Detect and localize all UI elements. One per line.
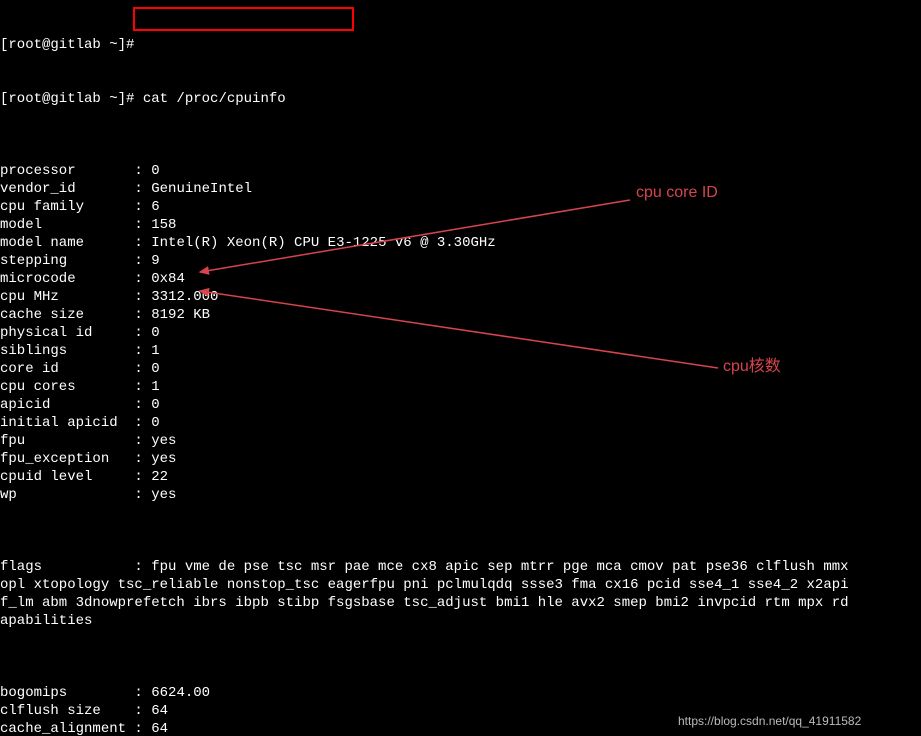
cpuinfo-key: fpu [0,432,134,450]
cpuinfo-key: siblings [0,342,134,360]
cpuinfo-value: 3312.000 [151,288,218,306]
cpuinfo-key: cpu family [0,198,134,216]
cpuinfo-sep: : [134,486,151,504]
cpuinfo-value: 0x84 [151,270,185,288]
cpuinfo-key: processor [0,162,134,180]
cpuinfo-value: 0 [151,324,159,342]
cpuinfo-key: cpu MHz [0,288,134,306]
cpuinfo-value: yes [151,432,176,450]
cpuinfo-key: model [0,216,134,234]
cpuinfo-row: initial apicid : 0 [0,414,921,432]
cpuinfo-key: vendor_id [0,180,134,198]
cpuinfo-value: 0 [151,414,159,432]
cpuinfo-value: yes [151,450,176,468]
cpuinfo-flags-line: f_lm abm 3dnowprefetch ibrs ibpb stibp f… [0,594,921,612]
cpuinfo-key: cpuid level [0,468,134,486]
cpuinfo-value: 1 [151,342,159,360]
cpuinfo-value: 0 [151,360,159,378]
cpuinfo-key: bogomips [0,684,134,702]
shell-command: cat /proc/cpuinfo [143,90,286,108]
cpuinfo-key: cache size [0,306,134,324]
cpuinfo-value: yes [151,486,176,504]
watermark-text: https://blog.csdn.net/qq_41911582 [678,712,861,730]
cpuinfo-value: 0 [151,162,159,180]
cpuinfo-row: stepping : 9 [0,252,921,270]
cpuinfo-key: cpu cores [0,378,134,396]
cpuinfo-sep: : [134,720,151,736]
cpuinfo-sep: : [134,342,151,360]
cpuinfo-flags-line: flags : fpu vme de pse tsc msr pae mce c… [0,558,921,576]
cpuinfo-sep: : [134,198,151,216]
cpuinfo-key: clflush size [0,702,134,720]
cpuinfo-sep: : [134,414,151,432]
cpuinfo-sep: : [134,702,151,720]
cpuinfo-flags-line: apabilities [0,612,921,630]
cpuinfo-key: model name [0,234,134,252]
cpuinfo-flags-line: opl xtopology tsc_reliable nonstop_tsc e… [0,576,921,594]
cpuinfo-key: microcode [0,270,134,288]
cpuinfo-value: 64 [151,720,168,736]
cpuinfo-sep: : [134,306,151,324]
cpuinfo-value: GenuineIntel [151,180,252,198]
cpuinfo-row: microcode : 0x84 [0,270,921,288]
cpuinfo-row: wp : yes [0,486,921,504]
cpuinfo-sep: : [134,396,151,414]
cpuinfo-key: apicid [0,396,134,414]
cpuinfo-row: core id : 0 [0,360,921,378]
cpuinfo-key: fpu_exception [0,450,134,468]
annotation-cpu-cores: cpu核数 [723,358,781,376]
cpuinfo-value: 1 [151,378,159,396]
shell-prompt: [root@gitlab ~]# [0,90,143,108]
cpuinfo-row: cpu cores : 1 [0,378,921,396]
cpuinfo-value: 6624.00 [151,684,210,702]
cpuinfo-sep: : [134,270,151,288]
annotation-core-id: cpu core ID [636,184,718,202]
cpuinfo-key: initial apicid [0,414,134,432]
cpuinfo-sep: : [134,432,151,450]
cpuinfo-row: physical id : 0 [0,324,921,342]
cpuinfo-row: model : 158 [0,216,921,234]
cpuinfo-row: model name : Intel(R) Xeon(R) CPU E3-122… [0,234,921,252]
cpuinfo-value: 9 [151,252,159,270]
cpuinfo-row: fpu_exception : yes [0,450,921,468]
cpuinfo-sep: : [134,468,151,486]
cpuinfo-sep: : [134,378,151,396]
cpuinfo-row: bogomips : 6624.00 [0,684,921,702]
cpuinfo-sep: : [134,450,151,468]
cpuinfo-row: cpuid level : 22 [0,468,921,486]
cpuinfo-key: core id [0,360,134,378]
cpuinfo-row: vendor_id : GenuineIntel [0,180,921,198]
cpuinfo-key: stepping [0,252,134,270]
cpuinfo-row: fpu : yes [0,432,921,450]
cpuinfo-sep: : [134,252,151,270]
cpuinfo-value: 6 [151,198,159,216]
cpuinfo-sep: : [134,324,151,342]
cpuinfo-value: 22 [151,468,168,486]
cpuinfo-sep: : [134,684,151,702]
cpuinfo-sep: : [134,162,151,180]
cpuinfo-sep: : [134,360,151,378]
cpuinfo-value: 158 [151,216,176,234]
cpuinfo-key: physical id [0,324,134,342]
cpuinfo-sep: : [134,180,151,198]
cpuinfo-value: 0 [151,396,159,414]
prev-prompt: [root@gitlab ~]# [0,36,134,54]
cpuinfo-row: cpu MHz : 3312.000 [0,288,921,306]
command-line[interactable]: [root@gitlab ~]# cat /proc/cpuinfo [0,90,921,108]
cpuinfo-row: processor : 0 [0,162,921,180]
cpuinfo-row: siblings : 1 [0,342,921,360]
cpuinfo-sep: : [134,216,151,234]
cpuinfo-key: cache_alignment [0,720,134,736]
cpuinfo-row: apicid : 0 [0,396,921,414]
terminal-output[interactable]: [root@gitlab ~]# [root@gitlab ~]# cat /p… [0,0,921,736]
cpuinfo-sep: : [134,234,151,252]
cpuinfo-row: cpu family : 6 [0,198,921,216]
cpuinfo-sep: : [134,288,151,306]
cpuinfo-row: cache size : 8192 KB [0,306,921,324]
cpuinfo-value: 64 [151,702,168,720]
cpuinfo-value: 8192 KB [151,306,210,324]
cpuinfo-value: Intel(R) Xeon(R) CPU E3-1225 v6 @ 3.30GH… [151,234,495,252]
cpuinfo-key: wp [0,486,134,504]
